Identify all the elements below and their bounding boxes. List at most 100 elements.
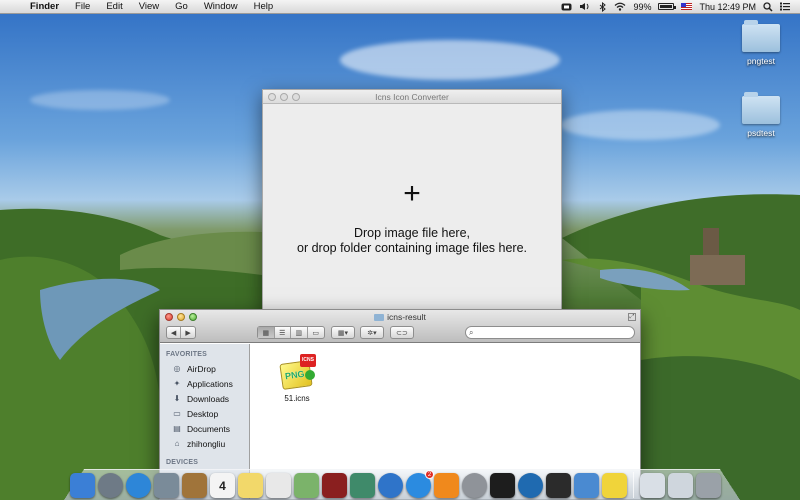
drop-zone[interactable]: + Drop image file here, or drop folder c… (263, 105, 561, 313)
dock-xcode-icon[interactable] (574, 473, 599, 498)
menu-view[interactable]: View (131, 1, 167, 12)
us-flag-input-icon[interactable] (681, 3, 693, 10)
dock-documents-stack-icon[interactable] (668, 473, 693, 498)
menu-window[interactable]: Window (196, 1, 246, 12)
home-icon: ⌂ (174, 439, 180, 448)
dock-notes-icon[interactable] (238, 473, 263, 498)
minimize-button[interactable] (280, 93, 288, 101)
folder-icon (374, 313, 385, 321)
sidebar-item-desktop[interactable]: ▭ Desktop (160, 406, 249, 421)
coverflow-view-button[interactable]: ▭ (308, 327, 324, 338)
sidebar-item-documents[interactable]: ▤ Documents (160, 421, 249, 436)
column-view-button[interactable]: ▥ (291, 327, 308, 338)
dock-mission-control-icon[interactable] (518, 473, 543, 498)
documents-icon: ▤ (173, 424, 181, 433)
arrange-icon: ▦▾ (337, 329, 349, 337)
close-button[interactable] (268, 93, 276, 101)
drop-instruction-line1: Drop image file here, (353, 226, 471, 240)
dock-item-text: 4 (219, 478, 226, 493)
airdrop-icon: ◎ (173, 364, 181, 373)
dock-separator (633, 472, 634, 498)
dock-icns-converter-icon[interactable] (602, 473, 627, 498)
dock-ibooks-icon[interactable] (434, 473, 459, 498)
volume-icon[interactable] (579, 2, 590, 12)
dock-downloads-stack-icon[interactable] (640, 473, 665, 498)
search-field[interactable]: ⌕ (465, 326, 635, 339)
icon-view-button[interactable]: ▦ (258, 327, 275, 338)
dock-finder-icon[interactable] (70, 473, 95, 498)
plus-icon: + (403, 177, 421, 210)
gear-icon: ✲▾ (367, 329, 377, 337)
action-button[interactable]: ✲▾ (360, 326, 384, 339)
zoom-button[interactable] (292, 93, 300, 101)
dock-terminal-icon[interactable] (490, 473, 515, 498)
sidebar-item-airdrop[interactable]: ◎ AirDrop (160, 361, 249, 376)
dock: 42 (70, 462, 742, 498)
desktop-folder-psdtest[interactable]: psdtest (731, 92, 791, 138)
menu-bar: Finder File Edit View Go Window Help 99%… (0, 0, 800, 14)
list-view-button[interactable]: ☰ (275, 327, 291, 338)
battery-percent[interactable]: 99% (633, 2, 651, 12)
search-icon: ⌕ (469, 328, 474, 337)
notification-center-icon[interactable] (780, 2, 790, 12)
arrange-button[interactable]: ▦▾ (331, 326, 355, 339)
menu-help[interactable]: Help (246, 1, 282, 12)
dock-photo-booth-icon[interactable] (322, 473, 347, 498)
dock-maps-icon[interactable] (294, 473, 319, 498)
menu-file[interactable]: File (67, 1, 98, 12)
back-button[interactable]: ◀ (167, 327, 182, 338)
spotlight-icon[interactable] (763, 1, 773, 12)
dock-calendar-icon[interactable]: 4 (210, 473, 235, 498)
drop-instruction-line2: or drop folder containing image files he… (297, 241, 527, 255)
back-forward-buttons: ◀ ▶ (166, 326, 196, 339)
desktop-folder-label: pngtest (747, 56, 775, 66)
sidebar-item-home[interactable]: ⌂ zhihongliu (160, 436, 249, 451)
folder-icon (742, 20, 780, 52)
file-icon-badge: ICNS (300, 354, 316, 367)
dock-badge: 2 (425, 470, 434, 479)
sidebar-item-label: Downloads (187, 393, 230, 404)
sidebar-item-applications[interactable]: ✦ Applications (160, 376, 249, 391)
downloads-icon: ⬇ (173, 394, 181, 403)
dock-trash-icon[interactable] (696, 473, 721, 498)
window-controls (268, 93, 300, 101)
wifi-icon[interactable] (614, 2, 626, 12)
dock-itunes-icon[interactable] (378, 473, 403, 498)
battery-level-fill (660, 5, 673, 8)
time-machine-icon[interactable] (561, 2, 572, 12)
applications-icon: ✦ (173, 379, 181, 388)
sidebar-item-label: AirDrop (187, 363, 216, 374)
sidebar-item-label: Desktop (187, 408, 219, 419)
dock-activity-monitor-icon[interactable] (546, 473, 571, 498)
finder-title-text: icns-result (387, 312, 426, 322)
menu-extras: 99% Thu 12:49 PM (561, 1, 800, 12)
battery-icon[interactable] (658, 3, 677, 10)
desktop-folder-pngtest[interactable]: pngtest (731, 20, 791, 66)
dock-launchpad-icon[interactable] (98, 473, 123, 498)
menu-clock[interactable]: Thu 12:49 PM (699, 2, 756, 12)
desktop-icon: ▭ (173, 409, 181, 418)
file-name: 51.icns (284, 394, 310, 403)
bluetooth-icon[interactable] (597, 1, 607, 12)
converter-window-title: Icns Icon Converter (375, 92, 449, 102)
converter-titlebar[interactable]: Icns Icon Converter (263, 90, 561, 104)
dock-mail-icon[interactable] (154, 473, 179, 498)
finder-window-title: icns-result (160, 312, 640, 322)
dock-contacts-icon[interactable] (182, 473, 207, 498)
sidebar-item-label: zhihongliu (187, 438, 226, 449)
menu-edit[interactable]: Edit (98, 1, 130, 12)
dock-iphoto-icon[interactable] (350, 473, 375, 498)
share-tag-button[interactable]: ⊂⊃ (390, 326, 414, 339)
dock-app-store-icon[interactable]: 2 (406, 470, 434, 498)
fullscreen-icon[interactable]: ⤢ (628, 313, 636, 321)
menu-go[interactable]: Go (167, 1, 196, 12)
dock-safari-icon[interactable] (126, 473, 151, 498)
view-mode-buttons: ▦ ☰ ▥ ▭ (257, 326, 325, 339)
dock-reminders-icon[interactable] (266, 473, 291, 498)
dock-system-preferences-icon[interactable] (462, 473, 487, 498)
sidebar-item-downloads[interactable]: ⬇ Downloads (160, 391, 249, 406)
file-item[interactable]: PNG ICNS 51.icns (269, 354, 325, 403)
menu-app-finder[interactable]: Finder (22, 1, 67, 12)
forward-button[interactable]: ▶ (181, 327, 195, 338)
sidebar-item-label: Documents (187, 423, 230, 434)
